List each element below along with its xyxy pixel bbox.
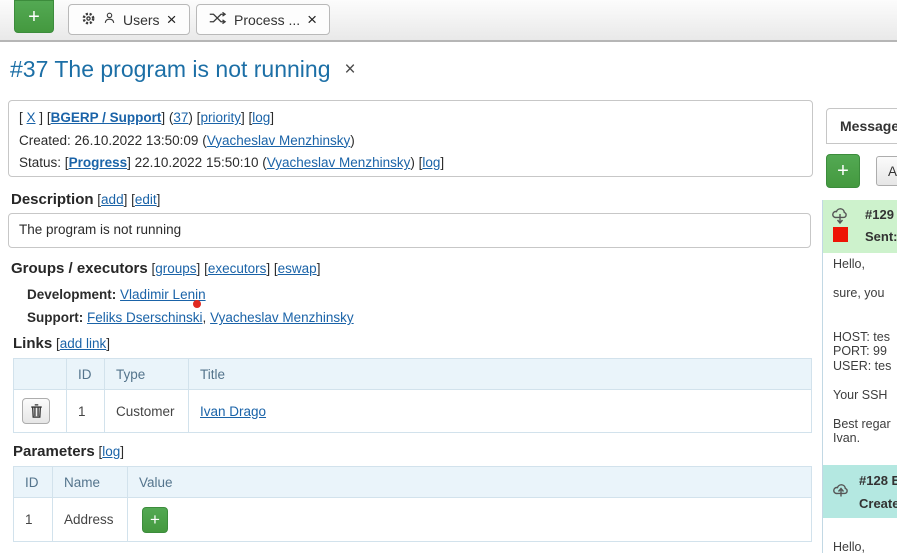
executor-link[interactable]: Vyacheslav Menzhinsky [210, 310, 354, 325]
bgerp-process-page: + Users × Process ... × #37 The program … [0, 0, 897, 553]
link-type: Customer [105, 390, 189, 433]
recording-cursor-dot [193, 300, 201, 308]
status-line: Status: Progress 22.10.2022 15:50:10 Vya… [19, 152, 802, 175]
messages-filter-all-button[interactable]: All [876, 156, 897, 186]
tab-bar: + Users × Process ... × [0, 0, 897, 42]
groups-heading: Groups / executors [11, 260, 148, 277]
shuffle-icon [209, 11, 227, 28]
links-col-id: ID [67, 359, 105, 390]
links-col-actions [14, 359, 67, 390]
links-col-type: Type [105, 359, 189, 390]
tab-users-label: Users [123, 12, 160, 28]
parameters-table-header: ID Name Value [14, 467, 812, 498]
gear-icon [81, 11, 96, 29]
links-table: ID Type Title 1 Customer Ivan Drago [13, 358, 812, 433]
link-id: 1 [67, 390, 105, 433]
message-received-icon [831, 480, 851, 501]
tab-process-label: Process ... [234, 12, 300, 28]
executor-row-development: Development: Vladimir Lenin [27, 283, 354, 306]
links-col-title: Title [189, 359, 812, 390]
tab-messages[interactable]: Messages [826, 108, 897, 144]
link-row: 1 Customer Ivan Drago [14, 390, 812, 433]
tab-users[interactable]: Users × [68, 4, 190, 35]
description-edit-link[interactable]: edit [135, 192, 157, 207]
parameters-log-link[interactable]: log [102, 444, 120, 459]
delete-link-button[interactable] [22, 398, 50, 424]
add-link-link[interactable]: add link [60, 336, 107, 351]
add-address-value-button[interactable]: + [142, 507, 168, 533]
parameters-table: ID Name Value 1 Address + [13, 466, 812, 542]
executors-list: Development: Vladimir Lenin Support: Fel… [27, 283, 354, 329]
project-link[interactable]: BGERP / Support [51, 110, 162, 125]
status-user-link[interactable]: Vyacheslav Menzhinsky [267, 155, 411, 170]
message-id: #128 E [859, 473, 897, 488]
priority-link[interactable]: priority [200, 110, 241, 125]
parameters-heading-row: Parameters log [13, 443, 124, 460]
groups-heading-row: Groups / executors groups executors eswa… [11, 260, 320, 277]
message-created-label: Create [859, 496, 897, 511]
param-name: Address [53, 498, 128, 542]
message-body: Hello, [833, 540, 897, 553]
unread-marker [833, 227, 848, 242]
groups-link[interactable]: groups [155, 261, 196, 276]
created-user-link[interactable]: Vyacheslav Menzhinsky [207, 133, 351, 148]
param-col-name: Name [53, 467, 128, 498]
trash-icon [30, 404, 43, 418]
messages-list: #129 Sent: Hello, sure, you HOST: tes PO… [822, 200, 897, 553]
page-title: #37 The program is not running [10, 56, 331, 82]
close-process-icon[interactable]: × [345, 59, 356, 80]
description-heading-row: Description add edit [11, 191, 160, 208]
info-links-line: X BGERP / Support 37 priority log [19, 107, 802, 130]
description-box: The program is not running [8, 213, 811, 248]
close-icon[interactable]: × [167, 11, 177, 28]
new-tab-button[interactable]: + [14, 0, 54, 33]
link-title-link[interactable]: Ivan Drago [200, 404, 266, 419]
process-id-link[interactable]: 37 [173, 110, 188, 125]
status-datetime: 22.10.2022 15:50:10 [135, 155, 259, 170]
description-text: The program is not running [19, 222, 181, 237]
tab-process[interactable]: Process ... × [196, 4, 330, 35]
param-col-id: ID [14, 467, 53, 498]
description-add-link[interactable]: add [101, 192, 124, 207]
messages-tab-label: Messages [840, 118, 897, 134]
executor-row-support: Support: Feliks Dserschinski, Vyacheslav… [27, 306, 354, 329]
parameters-heading: Parameters [13, 443, 95, 460]
eswap-link[interactable]: eswap [278, 261, 317, 276]
log-link[interactable]: log [252, 110, 270, 125]
close-icon[interactable]: × [307, 11, 317, 28]
param-col-value: Value [128, 467, 812, 498]
message-sent-icon [830, 206, 850, 229]
description-heading: Description [11, 191, 94, 208]
created-datetime: 26.10.2022 13:50:09 [75, 133, 199, 148]
parameter-row: 1 Address + [14, 498, 812, 542]
message-header[interactable]: #128 E Create [823, 465, 897, 518]
page-title-row: #37 The program is not running × [10, 56, 356, 83]
process-info-box: X BGERP / Support 37 priority log Create… [8, 100, 813, 177]
message-header[interactable]: #129 Sent: [823, 200, 897, 253]
links-table-header: ID Type Title [14, 359, 812, 390]
user-icon [103, 11, 116, 28]
message-sent-label: Sent: [865, 229, 897, 244]
links-heading: Links [13, 335, 52, 352]
links-heading-row: Links add link [13, 335, 110, 352]
created-line: Created: 26.10.2022 13:50:09 Vyacheslav … [19, 130, 802, 153]
executor-link[interactable]: Feliks Dserschinski [87, 310, 203, 325]
executors-link[interactable]: executors [208, 261, 267, 276]
status-log-link[interactable]: log [422, 155, 440, 170]
executor-link[interactable]: Vladimir Lenin [120, 287, 206, 302]
close-process-link[interactable]: X [27, 110, 36, 125]
message-id: #129 [865, 207, 894, 222]
param-id: 1 [14, 498, 53, 542]
message-body: Hello, sure, you HOST: tes PORT: 99 USER… [833, 257, 897, 446]
status-link[interactable]: Progress [69, 155, 128, 170]
add-message-button[interactable]: + [826, 154, 860, 188]
